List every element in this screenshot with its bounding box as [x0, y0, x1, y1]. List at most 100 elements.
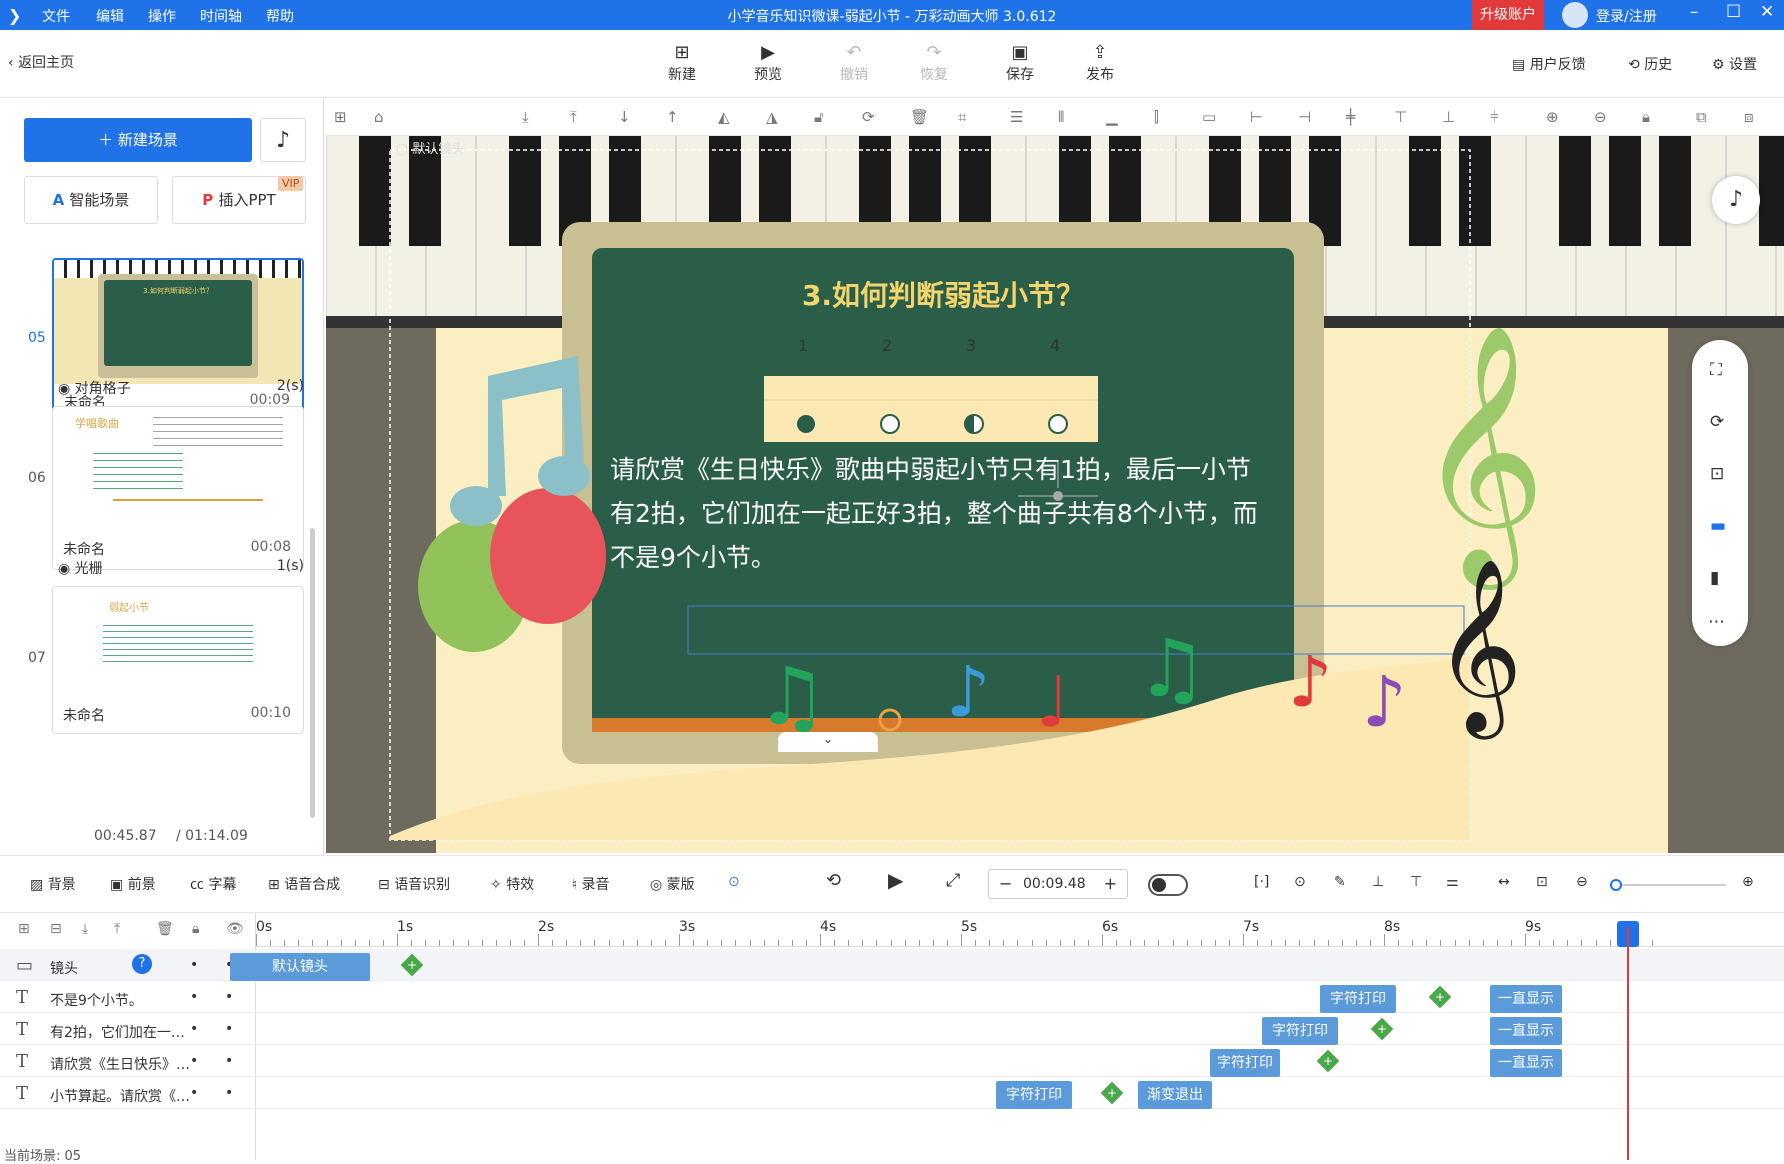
- animation-block[interactable]: 一直显示: [1490, 1049, 1562, 1077]
- zoom-slider[interactable]: [1610, 879, 1726, 891]
- zoom-in-timeline-icon[interactable]: ⊕: [1742, 874, 1754, 890]
- layer-icon[interactable]: ⊞: [334, 108, 347, 126]
- playhead[interactable]: [1627, 927, 1629, 1160]
- animation-block[interactable]: 字符打印: [1210, 1049, 1280, 1077]
- zoom-out-timeline-icon[interactable]: ⊖: [1576, 874, 1588, 890]
- preview-button[interactable]: ▶ 预览: [738, 42, 798, 84]
- paste-icon[interactable]: ⧈: [1744, 108, 1754, 126]
- camera-track[interactable]: ▭镜头?••默认镜头+: [0, 949, 1784, 981]
- move-down-icon[interactable]: ↓: [618, 108, 631, 126]
- add-keyframe-icon[interactable]: +: [1370, 1017, 1394, 1041]
- animation-block[interactable]: 一直显示: [1490, 985, 1562, 1013]
- replay-icon[interactable]: ⟲: [826, 870, 841, 891]
- foreground-button[interactable]: ▣ 前景: [110, 874, 156, 894]
- zoom-out-icon[interactable]: ⊖: [1594, 108, 1607, 126]
- distribute-h-icon[interactable]: ⫿: [1154, 108, 1159, 126]
- screen-icon[interactable]: ▬: [1710, 516, 1726, 536]
- visibility-dot[interactable]: •: [190, 989, 198, 1005]
- minimize-icon[interactable]: –: [1690, 2, 1699, 22]
- fullscreen-icon[interactable]: ⤢: [946, 870, 960, 891]
- align-middle-icon[interactable]: ⫴: [1058, 108, 1064, 126]
- undo-button[interactable]: ↶ 撤销: [824, 42, 884, 84]
- upgrade-account-button[interactable]: 升级账户: [1472, 0, 1544, 30]
- rotate-icon[interactable]: ⟳: [1710, 412, 1724, 432]
- back-home-link[interactable]: ‹ 返回主页: [8, 52, 74, 72]
- record-button[interactable]: ♮ 录音: [572, 874, 609, 894]
- music-note-button[interactable]: ♪: [1712, 176, 1760, 224]
- align-center-icon[interactable]: ╪: [1346, 108, 1355, 126]
- flip-vertical-icon[interactable]: ◮: [766, 108, 778, 126]
- sliders-icon[interactable]: ⚌: [1446, 874, 1459, 890]
- lock-dot[interactable]: •: [225, 989, 233, 1005]
- board-heading[interactable]: 3.如何判断弱起小节？: [592, 274, 1294, 314]
- visibility-dot[interactable]: •: [190, 1085, 198, 1101]
- filter-icon[interactable]: ⊤: [1410, 874, 1422, 890]
- animation-block[interactable]: 字符打印: [1320, 985, 1396, 1013]
- new-button[interactable]: ⊞ 新建: [652, 42, 712, 84]
- scene-card-07[interactable]: 弱起小节 未命名 00:10: [52, 586, 304, 734]
- scene-list-scrollbar[interactable]: [310, 528, 315, 818]
- publish-button[interactable]: ⇪ 发布: [1070, 42, 1130, 84]
- redo-button[interactable]: ↷ 恢复: [904, 42, 964, 84]
- effects-button[interactable]: ✧ 特效: [490, 874, 534, 894]
- animation-block[interactable]: 字符打印: [996, 1081, 1072, 1109]
- visibility-dot[interactable]: •: [190, 957, 198, 973]
- lock-dot[interactable]: •: [225, 1021, 233, 1037]
- feedback-button[interactable]: ▤ 用户反馈: [1512, 54, 1586, 74]
- split-icon[interactable]: ⊥: [1372, 874, 1384, 890]
- move-top-icon[interactable]: ⤒: [570, 108, 577, 126]
- animation-block[interactable]: 默认镜头: [230, 953, 370, 981]
- zoom-in-icon[interactable]: ⊕: [1546, 108, 1559, 126]
- one-to-one-icon[interactable]: ⊡: [1536, 874, 1548, 890]
- add-keyframe-icon[interactable]: +: [1428, 985, 1452, 1009]
- home-icon[interactable]: ⌂: [374, 108, 384, 126]
- eye-icon[interactable]: 👁︎: [226, 921, 244, 937]
- smart-scene-button[interactable]: A 智能场景: [24, 176, 158, 224]
- add-keyframe-icon[interactable]: +: [400, 953, 424, 977]
- play-icon[interactable]: ▶: [888, 868, 903, 892]
- plus-icon[interactable]: +: [1104, 874, 1117, 893]
- rotate-icon[interactable]: ⟳: [862, 108, 875, 126]
- login-register-link[interactable]: 登录/注册: [1596, 6, 1657, 26]
- time-ruler[interactable]: 0s 1s 2s 3s 4s 5s 6s 7s 8s 9s: [256, 913, 1784, 947]
- zoom-slider-handle[interactable]: [1610, 879, 1622, 891]
- fullscreen-icon[interactable]: ⛶: [1710, 360, 1722, 380]
- help-icon[interactable]: ?: [132, 954, 152, 974]
- copy-icon[interactable]: ⧉: [1696, 108, 1707, 126]
- align-left-icon[interactable]: ⊢: [1250, 108, 1263, 126]
- fit-width-icon[interactable]: ↔: [1498, 874, 1510, 890]
- subtitle-button[interactable]: ㏄ 字幕: [190, 874, 236, 894]
- close-icon[interactable]: ✕: [1760, 2, 1774, 22]
- lock-dot[interactable]: •: [225, 1085, 233, 1101]
- text-track[interactable]: T 有2拍，它们加在一… • • 字符打印 一直显示 +: [0, 1013, 1784, 1045]
- more-options-icon[interactable]: ⊙: [728, 874, 740, 890]
- tts-button[interactable]: ⊞ 语音合成: [268, 874, 340, 894]
- new-scene-button[interactable]: ＋ 新建场景: [24, 118, 252, 162]
- bracket-icon[interactable]: [·]: [1254, 874, 1269, 890]
- align-top-icon[interactable]: ☰: [1010, 108, 1023, 126]
- add-keyframe-icon[interactable]: +: [1316, 1049, 1340, 1073]
- transition-item[interactable]: ◉ 光栅 1(s): [58, 558, 304, 578]
- more-icon[interactable]: ⋯: [1708, 612, 1725, 632]
- camera-icon[interactable]: ⊙: [1294, 874, 1306, 890]
- edit-icon[interactable]: ✎: [1334, 874, 1346, 890]
- settings-button[interactable]: ⚙ 设置: [1712, 54, 1757, 74]
- move-up-layer-icon[interactable]: ⤒: [114, 921, 120, 937]
- lock-icon[interactable]: 🔒︎: [1642, 108, 1650, 126]
- delete-layer-icon[interactable]: 🗑︎: [156, 921, 174, 937]
- visibility-dot[interactable]: •: [190, 1053, 198, 1069]
- stage-canvas[interactable]: 𝄞 𝄞 ♫ ♪ ♩ ♫ ♪ ♪ ▢ 默认镜头 3.如何判断弱起小节？ 1 2 3…: [326, 136, 1784, 853]
- text-track[interactable]: T 不是9个小节。 • • 字符打印 一直显示 +: [0, 981, 1784, 1013]
- minus-icon[interactable]: −: [999, 874, 1012, 893]
- animation-block[interactable]: 一直显示: [1490, 1017, 1562, 1045]
- history-button[interactable]: ⟲ 历史: [1628, 54, 1672, 74]
- speech-recognition-button[interactable]: ⊟ 语音识别: [378, 874, 450, 894]
- board-body-text[interactable]: 请欣赏《生日快乐》歌曲中弱起小节只有1拍，最后一小节 有2拍，它们加在一起正好3…: [610, 448, 1294, 580]
- move-bottom-icon[interactable]: ⤓: [522, 108, 529, 126]
- align-hcenter-icon[interactable]: ⫩: [1490, 108, 1499, 126]
- visibility-dot[interactable]: •: [190, 1021, 198, 1037]
- align-bottom-icon[interactable]: ▁: [1106, 108, 1118, 126]
- unlock-icon[interactable]: ⊡: [1710, 464, 1724, 484]
- time-input[interactable]: − 00:09.48 +: [988, 869, 1128, 899]
- move-up-icon[interactable]: ↑: [666, 108, 679, 126]
